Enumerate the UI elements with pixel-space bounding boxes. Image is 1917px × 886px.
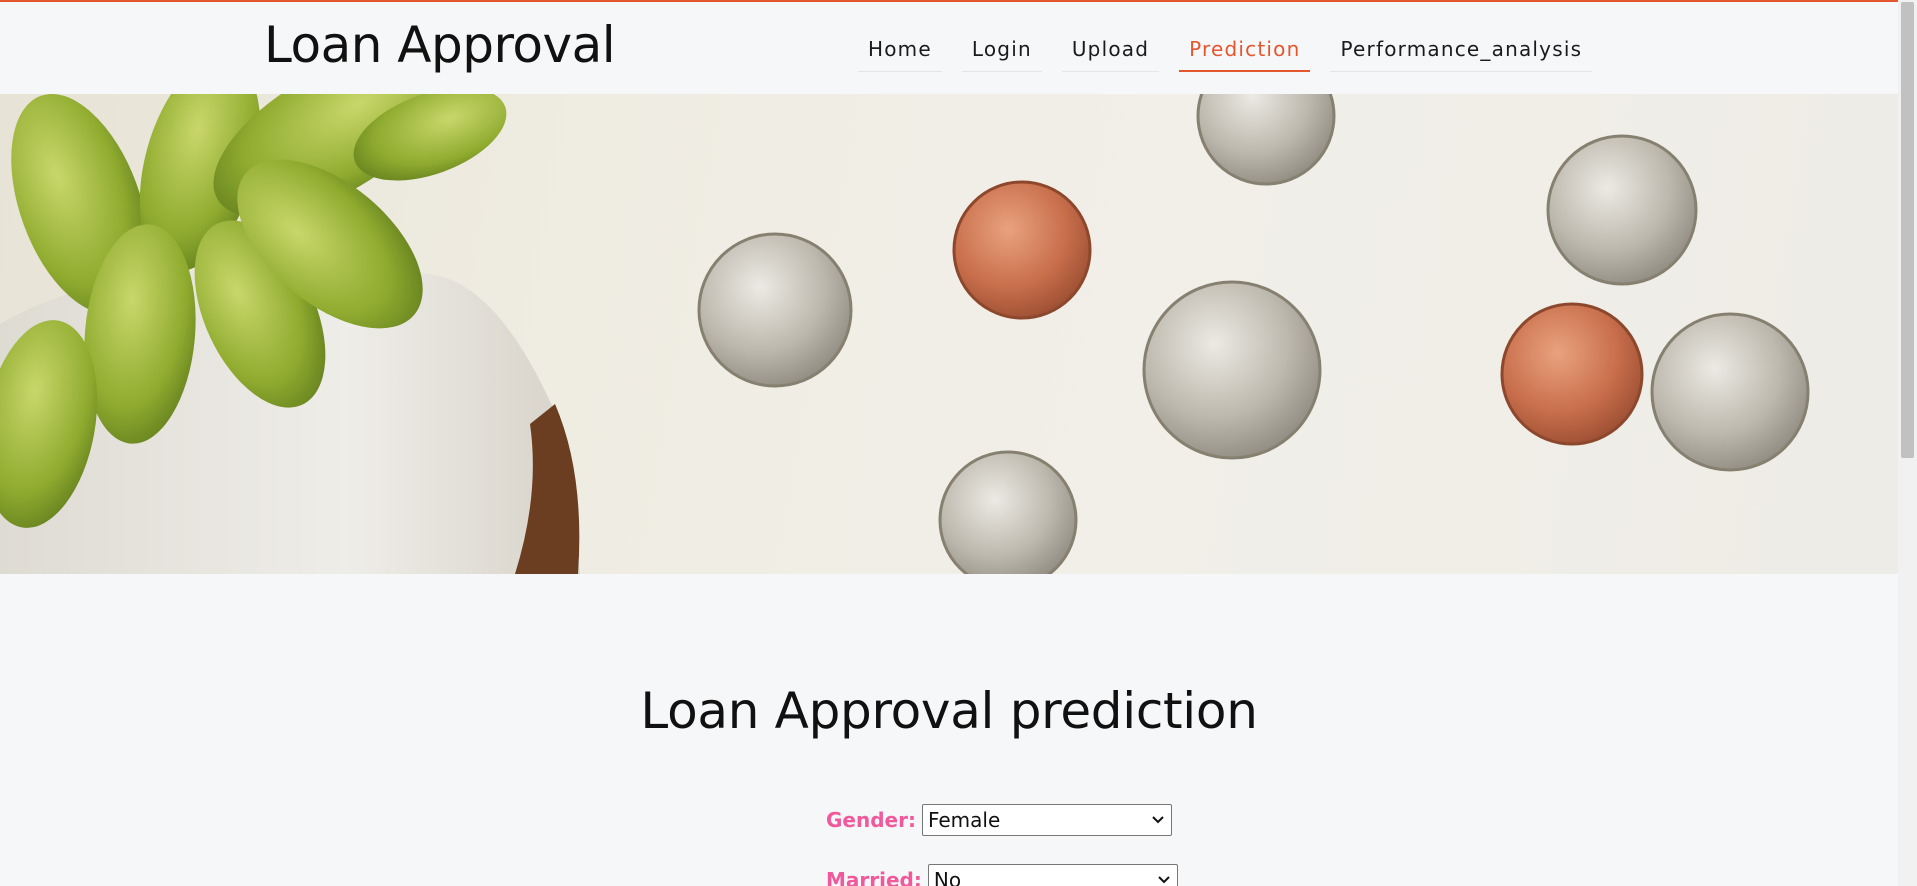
hero-illustration [0, 94, 1810, 574]
nav-login[interactable]: Login [961, 30, 1042, 72]
page-title: Loan Approval prediction [640, 682, 1258, 740]
scrollbar[interactable] [1898, 0, 1917, 886]
brand-logo[interactable]: Loan Approval [264, 16, 616, 74]
married-select[interactable]: No [927, 864, 1178, 886]
chevron-down-icon [1158, 876, 1170, 884]
married-select-value: No [933, 868, 962, 886]
nav-home[interactable]: Home [858, 30, 942, 72]
scrollbar-thumb[interactable] [1901, 2, 1914, 458]
married-label: Married: [826, 868, 922, 886]
gender-row: Gender: Female [826, 804, 1172, 836]
nav-upload[interactable]: Upload [1061, 30, 1160, 72]
nav-prediction[interactable]: Prediction [1179, 30, 1311, 72]
header: Loan Approval Home Login Upload Predicti… [0, 2, 1898, 94]
nav-performance-analysis[interactable]: Performance_analysis [1330, 30, 1593, 72]
hero-image [0, 94, 1898, 574]
chevron-down-icon [1152, 816, 1164, 824]
page: Loan Approval Home Login Upload Predicti… [0, 0, 1917, 886]
gender-label: Gender: [826, 808, 916, 832]
main-nav: Home Login Upload Prediction Performance… [858, 30, 1612, 72]
gender-select[interactable]: Female [921, 804, 1172, 836]
married-row: Married: No [826, 864, 1178, 886]
gender-select-value: Female [927, 808, 1001, 832]
